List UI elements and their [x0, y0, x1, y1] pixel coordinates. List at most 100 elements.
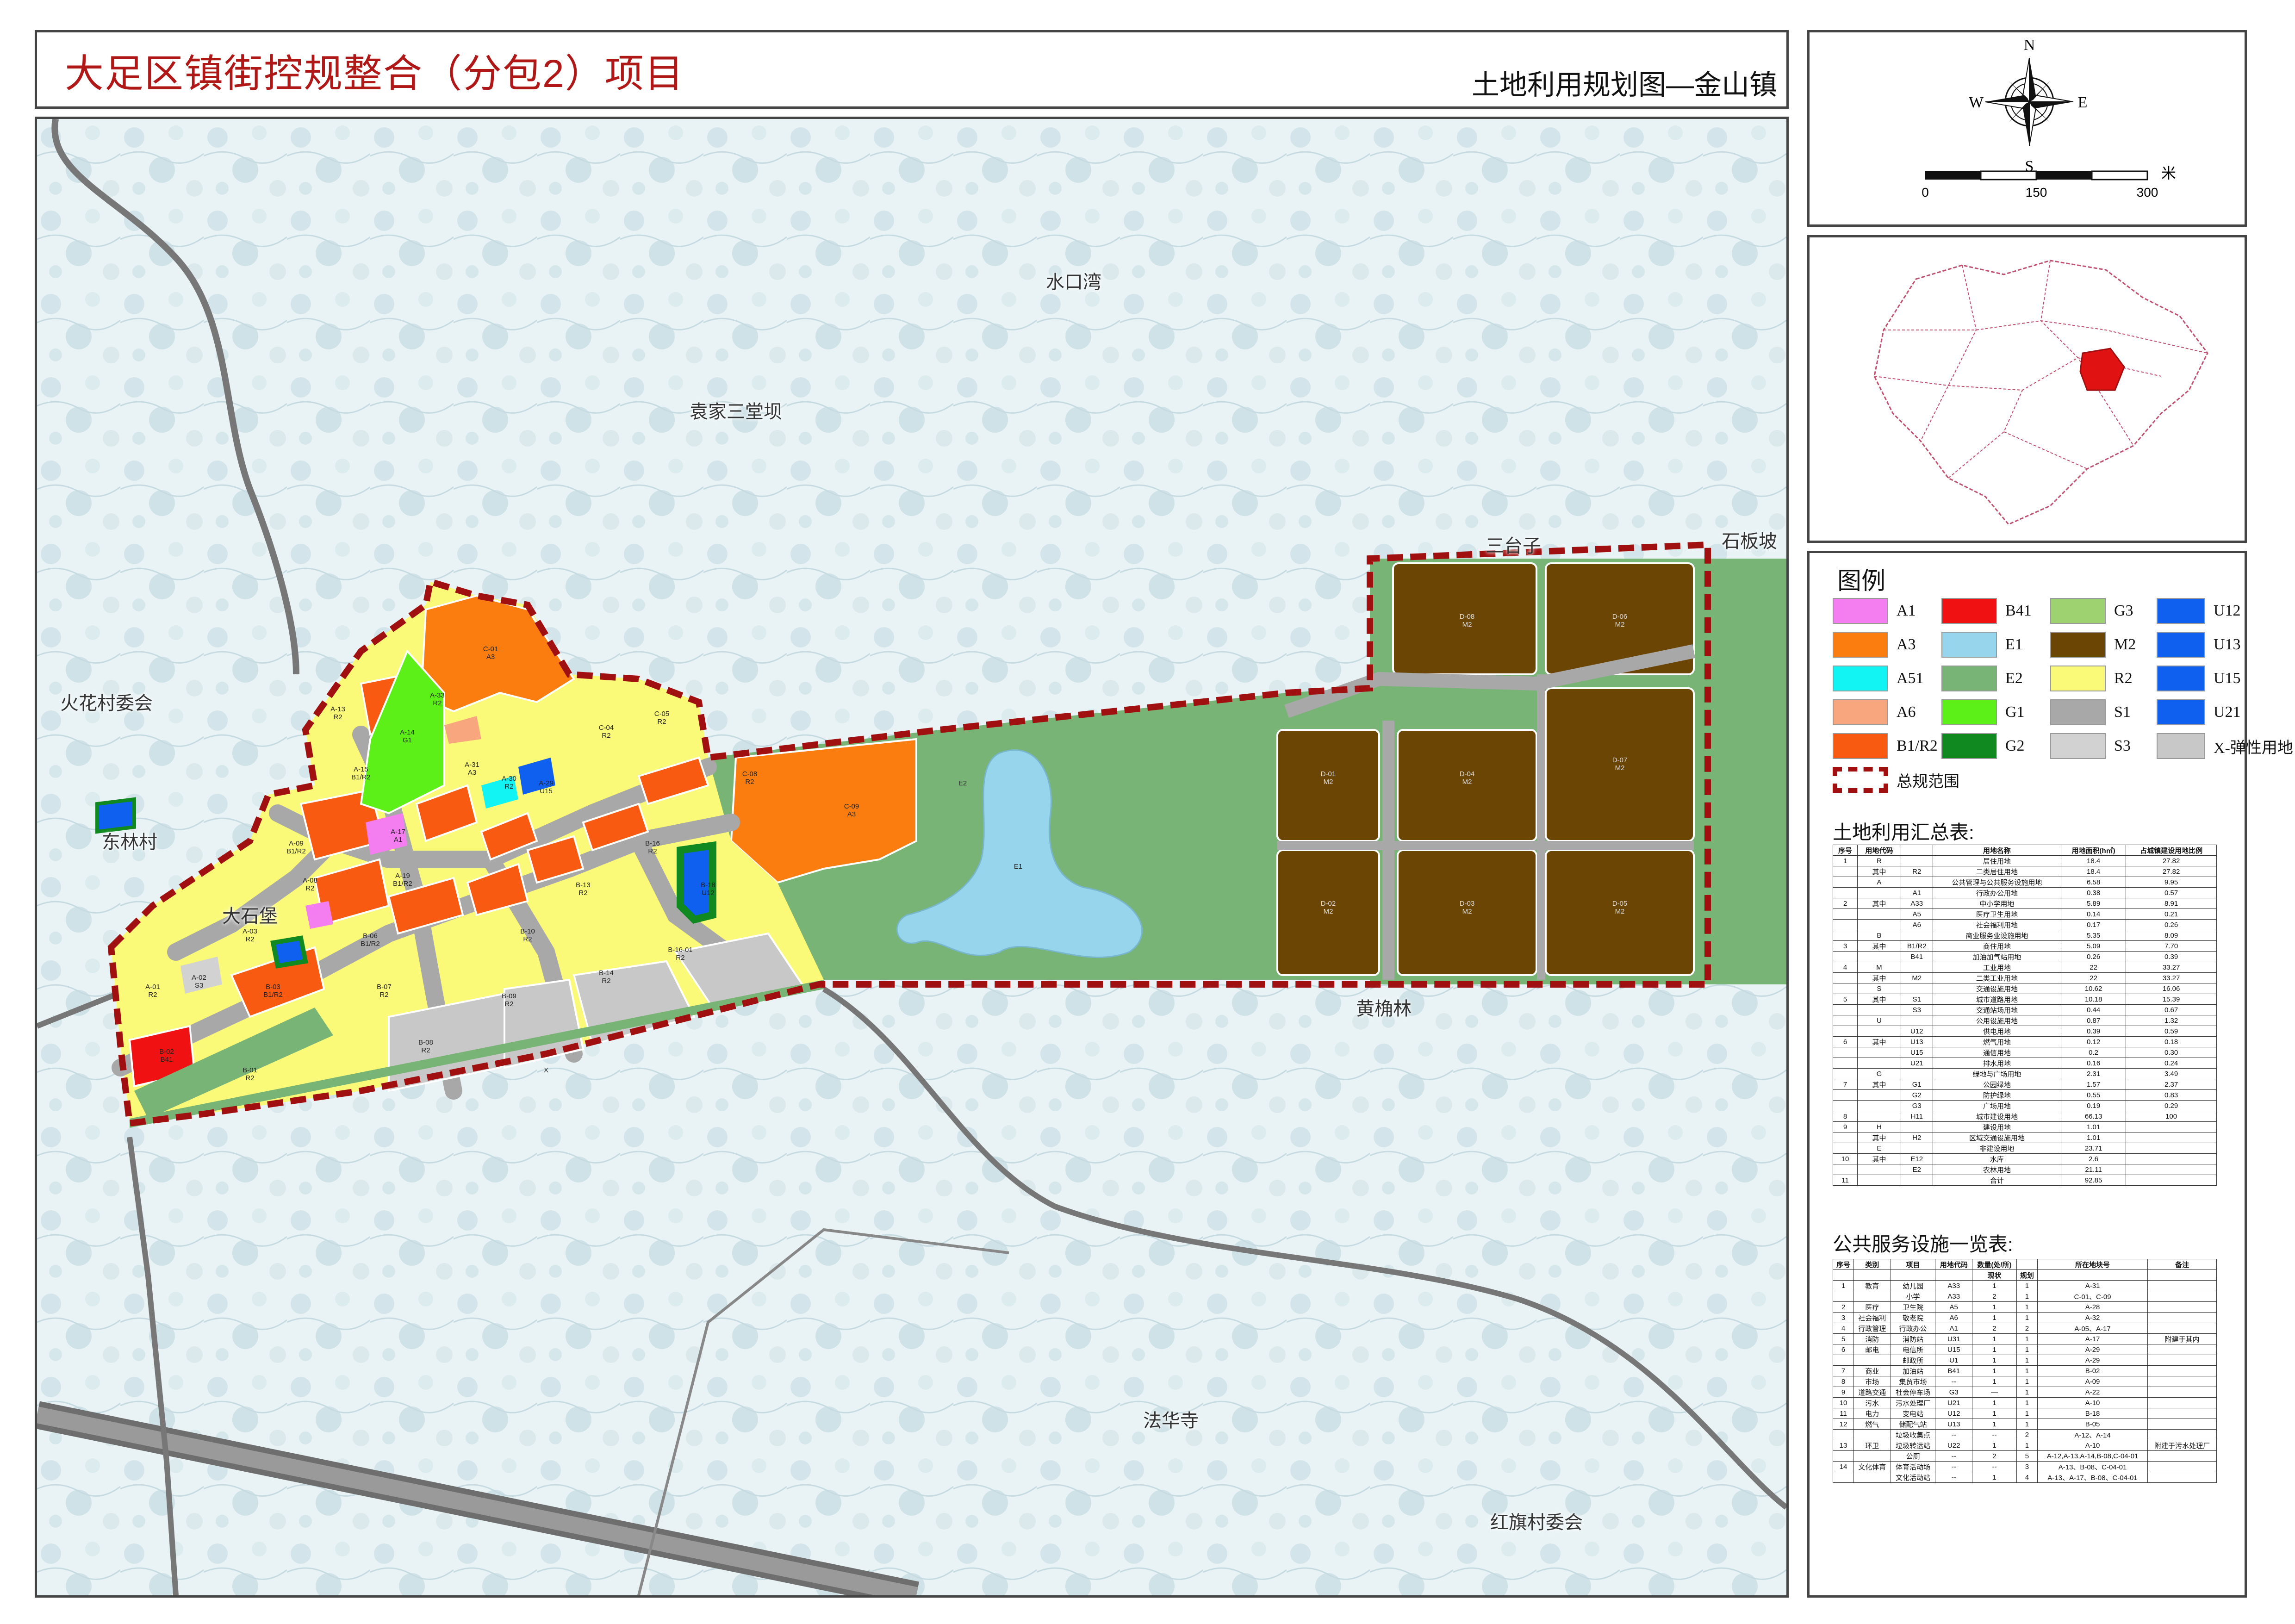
- table-subheader: 现状: [1972, 1269, 2017, 1281]
- table-cell: [1900, 1015, 1933, 1026]
- table-cell: [1832, 1026, 1858, 1037]
- legend-swatch: [2050, 598, 2106, 624]
- table-cell: 1: [2016, 1280, 2038, 1291]
- table-cell: [2147, 1344, 2217, 1355]
- parcel-id-label: B-09: [502, 992, 516, 1000]
- table-cell: 4: [2016, 1472, 2038, 1483]
- table-cell: 道路交通: [1853, 1387, 1891, 1398]
- table-cell: 其中: [1857, 1153, 1901, 1164]
- table-cell: [1833, 1291, 1854, 1302]
- legend-label: B1/R2: [1897, 737, 1938, 754]
- table-cell: 100: [2126, 1111, 2217, 1122]
- table-cell: [1832, 919, 1858, 930]
- legend-label: 总规范围: [1897, 773, 1959, 790]
- table-cell: R: [1857, 855, 1901, 866]
- place-label: 袁家三堂坝: [690, 402, 782, 422]
- table-cell: 1: [1972, 1472, 2017, 1483]
- table-cell: 13: [1833, 1440, 1854, 1451]
- table-row: U21 排水用地 0.16 0.24: [1832, 1058, 2217, 1069]
- table-row: U12 供电用地 0.39 0.59: [1832, 1026, 2217, 1037]
- table-cell: 通信用地: [1932, 1047, 2062, 1058]
- parcel-id-label: A-09: [289, 840, 304, 847]
- legend-swatch: [1833, 733, 1888, 759]
- table-cell: [2147, 1450, 2217, 1462]
- table-cell: [1900, 930, 1933, 941]
- table-cell: 商住用地: [1932, 940, 2062, 952]
- table-cell: 附建于其内: [2147, 1333, 2217, 1344]
- parcel-use-label: R2: [602, 977, 610, 985]
- legend-label: A51: [1897, 670, 1924, 687]
- table-cell: 市场: [1853, 1376, 1891, 1387]
- table-row: 6 其中 U13 燃气用地 0.12 0.18: [1832, 1036, 2217, 1047]
- table-cell: 其中: [1857, 866, 1901, 877]
- table-cell: E2: [1900, 1164, 1933, 1175]
- legend-swatch: [2157, 733, 2205, 759]
- table-row: 2 医疗 卫生院 A5 1 1 A-28: [1833, 1301, 2217, 1313]
- table-row: 1 教育 幼儿园 A33 1 1 A-31: [1833, 1280, 2217, 1291]
- table-header: 所在地块号: [2037, 1259, 2148, 1270]
- parcel-id-label: E1: [1014, 863, 1022, 871]
- table-cell: 0.14: [2060, 908, 2127, 920]
- parcel-use-label: A3: [468, 769, 476, 777]
- parcel-id-label: C-04: [599, 724, 614, 732]
- table-cell: 邮政所: [1890, 1355, 1936, 1366]
- table-cell: [1832, 1015, 1858, 1026]
- table-row: A1 行政办公用地 0.38 0.57: [1832, 887, 2217, 898]
- table-cell: 商业: [1853, 1365, 1891, 1376]
- table-cell: 66.13: [2060, 1111, 2127, 1122]
- table-cell: [1853, 1291, 1891, 1302]
- parcel-use-label: U15: [540, 787, 553, 795]
- parcel-id-label: A-15: [354, 765, 368, 773]
- table-cell: 社会福利: [1853, 1312, 1891, 1323]
- legend-swatch: [2157, 699, 2205, 725]
- table-cell: A6: [1935, 1312, 1973, 1323]
- table-cell: [1832, 951, 1858, 962]
- table-cell: 居住用地: [1932, 855, 2062, 866]
- legend-label: U12: [2214, 602, 2241, 619]
- legend-item: A1: [1833, 597, 1916, 625]
- parcel-id-label: D-01: [1321, 770, 1336, 778]
- table-cell: [2147, 1323, 2217, 1334]
- facility-table-title: 公共服务设施一览表:: [1833, 1233, 2013, 1255]
- table-cell: 0.57: [2126, 887, 2217, 898]
- table-cell: [2126, 1153, 2217, 1164]
- table-cell: 8.09: [2126, 930, 2217, 941]
- table-cell: U12: [1935, 1408, 1973, 1419]
- table-cell: [2147, 1429, 2217, 1440]
- legend-label: R2: [2114, 670, 2133, 687]
- parcel-id-label: E2: [958, 779, 967, 787]
- table-cell: 11: [1833, 1408, 1854, 1419]
- table-cell: 公用设施用地: [1932, 1015, 2062, 1026]
- table-cell: U13: [1935, 1419, 1973, 1430]
- scale-unit: 米: [2161, 165, 2176, 181]
- table-cell: --: [1935, 1461, 1973, 1472]
- table-cell: 二类工业用地: [1932, 972, 2062, 983]
- parcel-id-label: C-05: [654, 710, 670, 718]
- table-cell: [1853, 1429, 1891, 1440]
- table-cell: 文化体育: [1853, 1461, 1891, 1472]
- table-cell: 1: [1972, 1301, 2017, 1313]
- table-cell: 区域交通设施用地: [1932, 1132, 2062, 1143]
- table-cell: 0.59: [2126, 1026, 2217, 1037]
- table-cell: 6: [1832, 1036, 1858, 1047]
- table-cell: G1: [1900, 1079, 1933, 1090]
- table-cell: 7.70: [2126, 940, 2217, 952]
- table-cell: E12: [1900, 1153, 1933, 1164]
- table-row: A5 医疗卫生用地 0.14 0.21: [1832, 908, 2217, 920]
- table-cell: A-31: [2037, 1280, 2148, 1291]
- table-cell: 电力: [1853, 1408, 1891, 1419]
- table-cell: 环卫: [1853, 1440, 1891, 1451]
- table-cell: 1.57: [2060, 1079, 2127, 1090]
- table-row: 6 邮电 电信所 U15 1 1 A-29: [1833, 1344, 2217, 1355]
- parcel-id-label: A-02: [192, 974, 206, 982]
- map-canvas[interactable]: A-13 R2 A-14 G1 A-33 R2 C-01 A3 A-15 B1/R2 A-31 A3 A…: [35, 117, 1789, 1598]
- table-cell: [1832, 1058, 1858, 1069]
- legend-panel: 图例 A1 A3 A51 A6 B1/R2 B41 E1 E2 G1 G2 G3 M2 R2 S1 S3 U1…: [1807, 551, 2293, 1598]
- table-cell: 0.26: [2060, 951, 2127, 962]
- parcel-use-label: R2: [421, 1046, 430, 1054]
- table-cell: [1857, 908, 1901, 920]
- parcel-use-label: R2: [504, 783, 513, 790]
- parcel-use-label: B41: [161, 1056, 173, 1064]
- table-cell: 18.4: [2060, 855, 2127, 866]
- table-cell: 18.4: [2060, 866, 2127, 877]
